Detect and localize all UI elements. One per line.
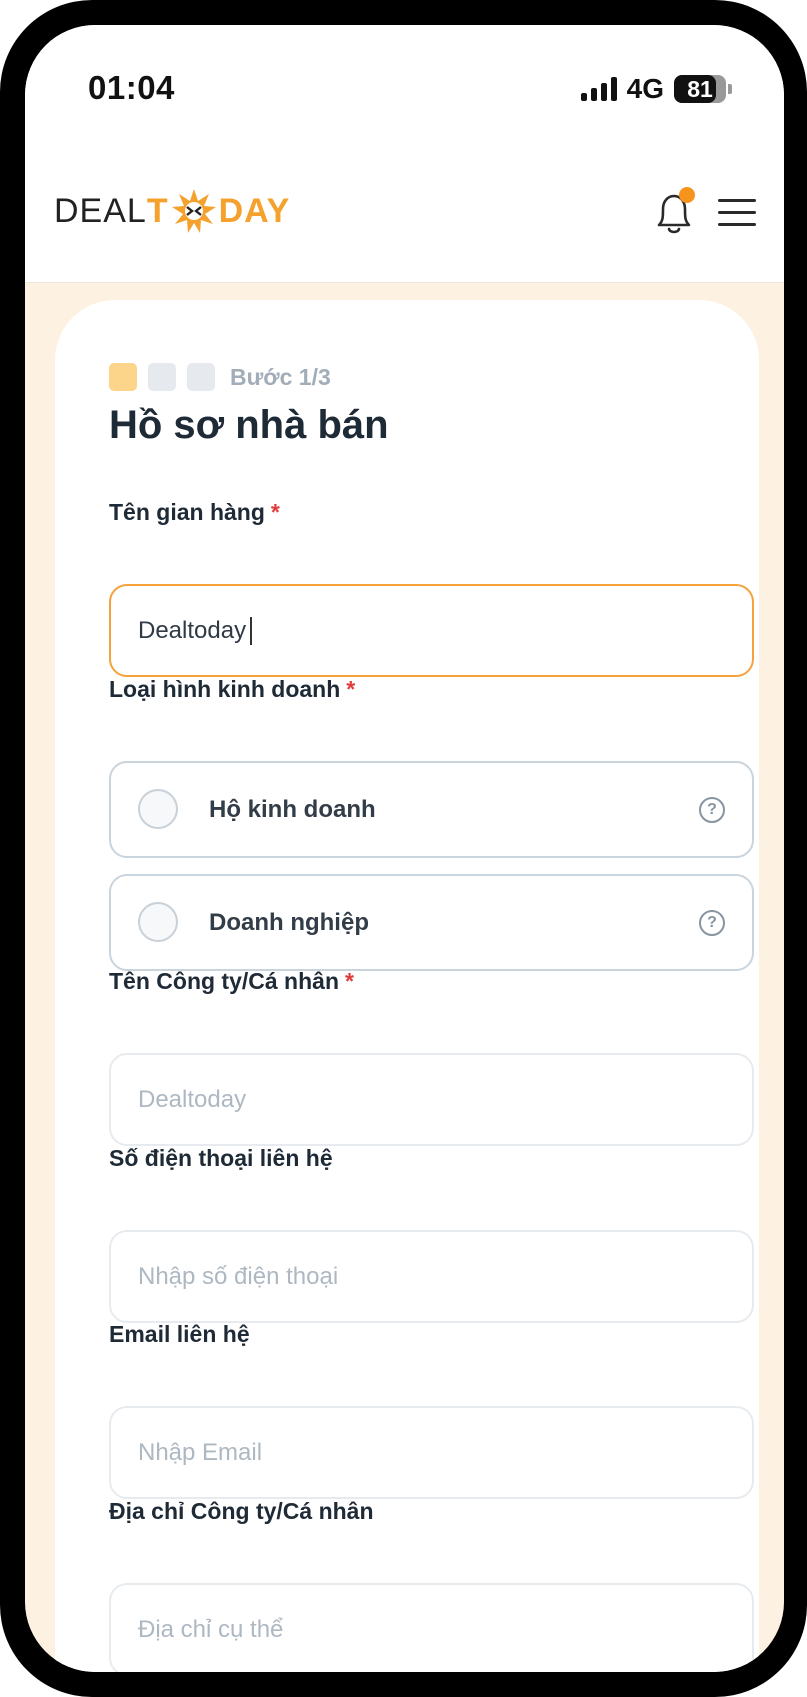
step-label: Bước 1/3 (230, 363, 331, 390)
business-type-option-enterprise[interactable]: Doanh nghiệp ? (109, 874, 754, 971)
battery-icon: 81 (674, 75, 726, 103)
phone-input[interactable]: Nhập số điện thoại (109, 1230, 754, 1323)
address-placeholder: Địa chỉ cụ thể (138, 1615, 284, 1643)
seller-profile-card: Bước 1/3 Hồ sơ nhà bán Tên gian hàng * De… (55, 300, 759, 1672)
screen: 01:04 4G 81 DEAL T DAY Bước 1/3 Hồ sơ nh… (25, 25, 784, 1672)
logo-text-deal: DEAL (54, 191, 147, 230)
required-mark: * (346, 676, 356, 702)
hamburger-menu-icon[interactable] (718, 199, 756, 227)
address-label: Địa chỉ Công ty/Cá nhân (109, 1498, 374, 1524)
business-type-option-household[interactable]: Hộ kinh doanh ? (109, 761, 754, 858)
step-1-box (109, 363, 137, 391)
help-icon[interactable]: ? (699, 910, 725, 936)
option-label: Hộ kinh doanh (209, 795, 376, 823)
notification-button[interactable] (651, 187, 697, 239)
phone-placeholder: Nhập số điện thoại (138, 1262, 339, 1290)
dealtoday-logo[interactable]: DEAL T DAY (54, 187, 290, 235)
text-caret (250, 616, 253, 645)
help-icon[interactable]: ? (699, 797, 725, 823)
step-2-box (148, 363, 176, 391)
status-bar: 01:04 4G 81 (25, 25, 784, 145)
status-time: 01:04 (88, 69, 175, 106)
logo-text-t: T (146, 191, 169, 230)
radio-button[interactable] (138, 902, 178, 942)
phone-label: Số điện thoại liên hệ (109, 1145, 333, 1171)
battery-percent: 81 (687, 75, 713, 102)
logo-starburst-icon (171, 189, 216, 233)
shop-name-label-text: Tên gian hàng (109, 499, 265, 525)
company-name-placeholder: Dealtoday (138, 1085, 247, 1113)
network-type: 4G (626, 73, 664, 104)
shop-name-input[interactable]: Dealtoday (109, 584, 754, 677)
required-mark: * (345, 968, 354, 994)
page-title: Hồ sơ nhà bán (109, 403, 389, 447)
app-header: DEAL T DAY (25, 145, 784, 283)
business-type-label-text: Loại hình kinh doanh (109, 676, 341, 702)
step-indicator: Bước 1/3 (109, 363, 331, 391)
company-name-label-text: Tên Công ty/Cá nhân (109, 968, 339, 994)
email-input[interactable]: Nhập Email (109, 1406, 754, 1499)
shop-name-value: Dealtoday (138, 616, 247, 644)
radio-button[interactable] (138, 789, 178, 829)
phone-frame: 01:04 4G 81 DEAL T DAY Bước 1/3 Hồ sơ nh… (0, 0, 807, 1697)
signal-icon (580, 77, 617, 101)
company-name-input[interactable]: Dealtoday (109, 1053, 754, 1146)
battery-tip (728, 84, 732, 94)
company-name-label: Tên Công ty/Cá nhân * (109, 968, 354, 995)
email-placeholder: Nhập Email (138, 1438, 263, 1466)
step-3-box (187, 363, 215, 391)
address-input[interactable]: Địa chỉ cụ thể (109, 1583, 754, 1672)
email-label: Email liên hệ (109, 1321, 250, 1347)
required-mark: * (270, 499, 280, 525)
notification-badge (679, 187, 695, 203)
business-type-label: Loại hình kinh doanh * (109, 676, 355, 703)
option-label: Doanh nghiệp (209, 908, 369, 936)
shop-name-label: Tên gian hàng * (109, 499, 280, 526)
logo-text-day: DAY (218, 191, 291, 230)
status-indicators: 4G 81 (580, 69, 732, 109)
